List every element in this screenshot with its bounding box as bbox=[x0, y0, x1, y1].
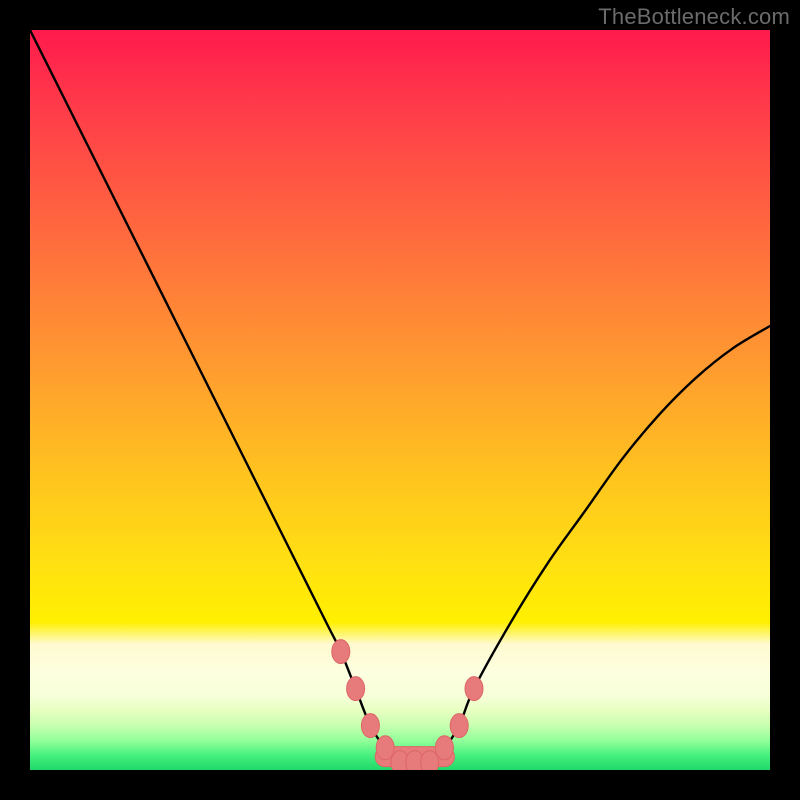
attribution-label: TheBottleneck.com bbox=[598, 4, 790, 30]
marker-point bbox=[347, 677, 365, 701]
bottleneck-curve-path bbox=[30, 30, 770, 764]
marker-point bbox=[465, 677, 483, 701]
chart-stage: TheBottleneck.com bbox=[0, 0, 800, 800]
marker-point bbox=[450, 714, 468, 738]
curve-layer bbox=[30, 30, 770, 770]
marker-point bbox=[421, 751, 439, 770]
plot-area bbox=[30, 30, 770, 770]
marker-point bbox=[332, 640, 350, 664]
marker-point bbox=[361, 714, 379, 738]
marker-point bbox=[435, 736, 453, 760]
marker-point bbox=[376, 736, 394, 760]
